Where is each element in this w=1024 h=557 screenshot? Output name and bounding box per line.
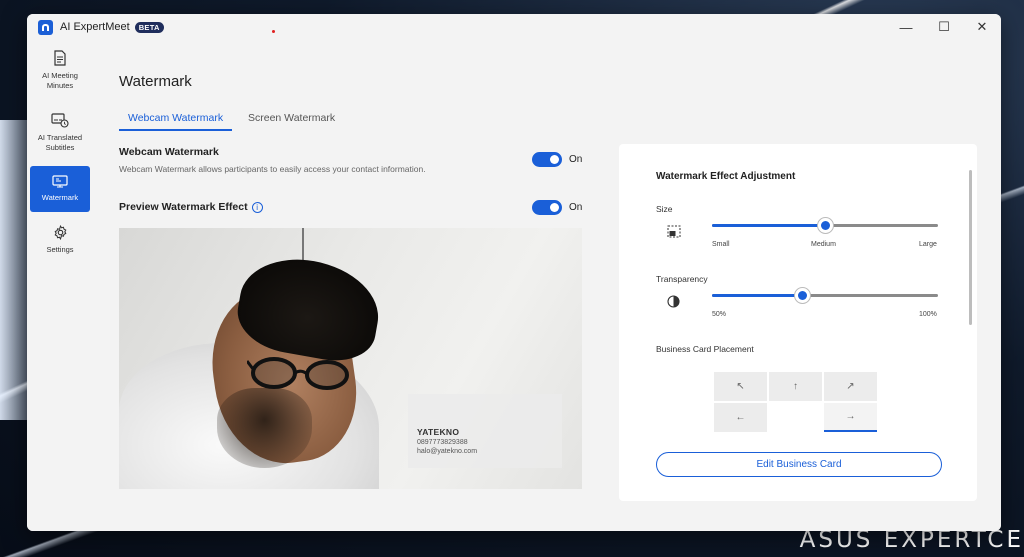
app-title: AI ExpertMeet <box>60 21 130 33</box>
page-title: Watermark <box>119 73 192 90</box>
size-slider[interactable] <box>712 217 938 234</box>
sidebar-item-translated-subtitles[interactable]: AI Translated Subtitles <box>30 112 90 160</box>
sidebar-item-label: Settings <box>46 245 74 254</box>
preview-watermark-row: Preview Watermark Effect i <box>119 201 263 213</box>
placement-top-left[interactable]: ↖ <box>714 372 767 401</box>
size-tick-medium: Medium <box>811 241 836 248</box>
sidebar-item-watermark[interactable]: Watermark <box>30 166 90 212</box>
sidebar-item-label: AI Translated Subtitles <box>37 133 83 152</box>
webcam-preview: YATEKNO 0897773829388 halo@yatekno.com <box>119 228 582 489</box>
window-controls: — ☐ ✕ <box>887 14 1001 40</box>
sidebar-item-settings[interactable]: Settings <box>30 225 90 265</box>
watermark-adjustment-panel: Watermark Effect Adjustment Size Small M… <box>619 144 977 501</box>
sidebar-item-label: AI Meeting Minutes <box>42 71 78 90</box>
size-tick-large: Large <box>919 241 937 248</box>
preview-toggle-group: On <box>532 200 582 215</box>
person-glasses <box>247 357 349 390</box>
monitor-watermark-icon <box>52 175 68 188</box>
title-bar: AI ExpertMeet BETA — ☐ ✕ <box>27 14 1001 40</box>
person-beard <box>217 388 312 468</box>
app-window: AI ExpertMeet BETA — ☐ ✕ AI Meeting Minu… <box>27 14 1001 531</box>
sidebar-item-meeting-minutes[interactable]: AI Meeting Minutes <box>30 50 90 98</box>
beta-badge: BETA <box>134 21 164 33</box>
business-card-watermark: YATEKNO 0897773829388 halo@yatekno.com <box>408 394 562 468</box>
preview-watermark-label: Preview Watermark Effect <box>119 201 248 213</box>
placement-label: Business Card Placement <box>656 344 754 354</box>
document-icon <box>54 50 66 66</box>
card-name: YATEKNO <box>417 427 460 437</box>
placement-top-right[interactable]: ↗ <box>824 372 877 401</box>
close-button[interactable]: ✕ <box>963 14 1001 40</box>
transparency-min-label: 50% <box>712 311 727 318</box>
placement-middle-left[interactable]: ← <box>714 403 767 432</box>
sidebar: AI Meeting Minutes AI Translated Subtitl… <box>27 40 94 531</box>
size-slider-thumb[interactable] <box>817 217 834 234</box>
app-logo-icon <box>38 19 53 35</box>
red-dot <box>272 30 275 33</box>
panel-title: Watermark Effect Adjustment <box>656 171 796 182</box>
tab-webcam-watermark[interactable]: Webcam Watermark <box>119 112 233 131</box>
transparency-label: Transparency <box>656 274 708 284</box>
gear-icon <box>54 225 66 240</box>
maximize-button[interactable]: ☐ <box>925 14 963 40</box>
size-slider-fill <box>712 224 825 227</box>
tab-screen-watermark[interactable]: Screen Watermark <box>248 112 335 129</box>
resize-icon <box>667 225 681 238</box>
minimize-button[interactable]: — <box>887 14 925 40</box>
subtitles-icon <box>51 113 69 128</box>
webcam-watermark-toggle-group: On <box>532 152 582 167</box>
transparency-slider[interactable] <box>712 287 938 304</box>
placement-top-center[interactable]: ↑ <box>769 372 822 401</box>
webcam-watermark-toggle-label: On <box>569 154 583 165</box>
panel-scrollbar[interactable] <box>969 170 972 325</box>
placement-middle-right[interactable]: → <box>824 403 877 432</box>
card-email: halo@yatekno.com <box>417 448 478 455</box>
webcam-watermark-label: Webcam Watermark <box>119 146 219 158</box>
preview-watermark-toggle[interactable] <box>532 200 562 215</box>
info-icon[interactable]: i <box>251 201 263 213</box>
size-tick-small: Small <box>712 241 730 248</box>
card-phone: 0897773829388 <box>417 439 468 446</box>
webcam-watermark-description: Webcam Watermark allows participants to … <box>119 164 426 174</box>
sidebar-item-label: Watermark <box>41 193 79 202</box>
preview-toggle-label: On <box>569 202 583 213</box>
transparency-max-label: 100% <box>919 311 937 318</box>
size-label: Size <box>656 204 673 214</box>
edit-business-card-button[interactable]: Edit Business Card <box>656 452 942 477</box>
transparency-slider-thumb[interactable] <box>794 287 812 304</box>
contrast-icon <box>667 295 680 308</box>
main-content: Watermark Webcam Watermark Screen Waterm… <box>94 40 1001 531</box>
transparency-slider-fill <box>712 294 803 297</box>
webcam-watermark-toggle[interactable] <box>532 152 562 167</box>
